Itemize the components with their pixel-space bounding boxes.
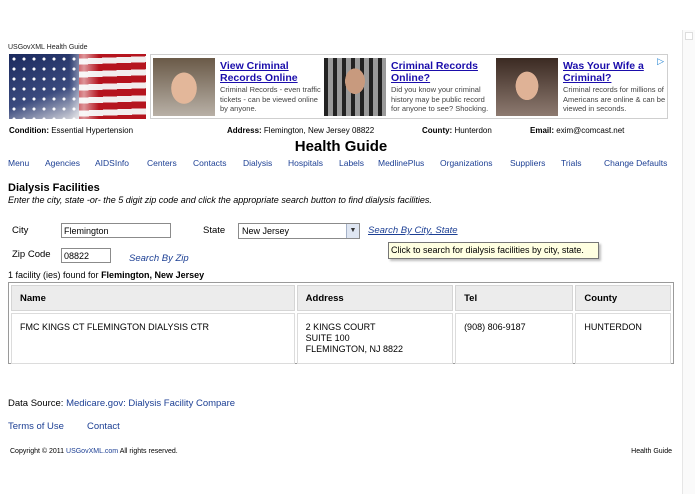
city-label: City bbox=[12, 225, 29, 236]
table-header-row: Name Address Tel County bbox=[11, 285, 671, 311]
county-info: County: Hunterdon bbox=[422, 126, 492, 135]
section-title: Dialysis Facilities bbox=[8, 182, 100, 194]
table-row: FMC KINGS CT FLEMINGTON DIALYSIS CTR 2 K… bbox=[11, 313, 671, 364]
facility-address: 2 KINGS COURT SUITE 100 FLEMINGTON, NJ 8… bbox=[296, 313, 454, 364]
copyright: Copyright © 2011 USGovXML.com All rights… bbox=[10, 448, 178, 455]
search-by-city-state-link[interactable]: Search By City, State bbox=[368, 225, 458, 236]
data-source: Data Source: Medicare.gov: Dialysis Faci… bbox=[8, 398, 235, 409]
ad-2[interactable]: Criminal Records Online? Did you know yo… bbox=[322, 58, 494, 116]
copyright-suffix: All rights reserved. bbox=[119, 448, 178, 455]
results-table: Name Address Tel County FMC KINGS CT FLE… bbox=[8, 282, 674, 364]
us-flag-banner bbox=[9, 54, 146, 119]
condition-info: Condition: Essential Hypertension bbox=[9, 126, 133, 135]
nav-aidsinfo[interactable]: AIDSInfo bbox=[95, 158, 129, 168]
chevron-down-icon[interactable]: ▼ bbox=[346, 224, 359, 238]
ad-1[interactable]: View Criminal Records Online Criminal Re… bbox=[151, 58, 323, 116]
nav-centers[interactable]: Centers bbox=[147, 158, 177, 168]
search-by-zip-link[interactable]: Search By Zip bbox=[129, 253, 189, 264]
ad-photo[interactable] bbox=[324, 58, 386, 116]
copyright-prefix: Copyright © 2011 bbox=[10, 448, 65, 455]
nav-dialysis[interactable]: Dialysis bbox=[243, 158, 272, 168]
header-county: County bbox=[575, 285, 671, 311]
state-selected-value: New Jersey bbox=[242, 226, 290, 236]
condition-value: Essential Hypertension bbox=[51, 126, 134, 135]
county-value: Hunterdon bbox=[454, 126, 492, 135]
address-value: Flemington, New Jersey 08822 bbox=[263, 126, 375, 135]
email-label: Email: bbox=[530, 126, 555, 135]
zip-input[interactable] bbox=[61, 248, 111, 263]
site-name: USGovXML Health Guide bbox=[8, 44, 88, 51]
copyright-site-link[interactable]: USGovXML.com bbox=[66, 448, 118, 455]
result-count-location: Flemington, New Jersey bbox=[101, 270, 205, 280]
scroll-up-arrow-icon[interactable] bbox=[685, 32, 693, 40]
state-select[interactable]: New Jersey ▼ bbox=[238, 223, 360, 239]
county-label: County: bbox=[422, 126, 453, 135]
page-title: Health Guide bbox=[294, 138, 388, 155]
ad-photo[interactable] bbox=[496, 58, 558, 116]
facility-name: FMC KINGS CT FLEMINGTON DIALYSIS CTR bbox=[11, 313, 295, 364]
ad-title[interactable]: Was Your Wife a Criminal? bbox=[563, 60, 663, 84]
facility-tel: (908) 806-9187 bbox=[455, 313, 574, 364]
ad-title[interactable]: View Criminal Records Online bbox=[220, 60, 320, 84]
city-input[interactable] bbox=[61, 223, 171, 238]
address-line-1: 2 KINGS COURT bbox=[305, 322, 376, 332]
terms-of-use-link[interactable]: Terms of Use bbox=[8, 421, 64, 432]
nav-contacts[interactable]: Contacts bbox=[193, 158, 227, 168]
condition-label: Condition: bbox=[9, 126, 49, 135]
nav-suppliers[interactable]: Suppliers bbox=[510, 158, 545, 168]
data-source-link[interactable]: Medicare.gov: Dialysis Facility Compare bbox=[66, 398, 235, 409]
email-info: Email: exim@comcast.net bbox=[530, 126, 624, 135]
ad-title[interactable]: Criminal Records Online? bbox=[391, 60, 491, 84]
contact-link[interactable]: Contact bbox=[87, 421, 120, 432]
nav-trials[interactable]: Trials bbox=[561, 158, 581, 168]
address-info: Address: Flemington, New Jersey 08822 bbox=[227, 126, 374, 135]
address-line-3: FLEMINGTON, NJ 8822 bbox=[305, 344, 404, 354]
ad-text: Criminal records for millions of America… bbox=[563, 85, 666, 113]
page: USGovXML Health Guide View Criminal Reco… bbox=[0, 0, 682, 494]
ad-3[interactable]: Was Your Wife a Criminal? Criminal recor… bbox=[494, 58, 668, 116]
nav-organizations[interactable]: Organizations bbox=[440, 158, 492, 168]
zip-label: Zip Code bbox=[12, 249, 51, 260]
instructions: Enter the city, state -or- the 5 digit z… bbox=[8, 195, 432, 205]
vertical-scrollbar[interactable] bbox=[682, 30, 695, 494]
data-source-label: Data Source: bbox=[8, 398, 64, 409]
ad-text: Criminal Records - even traffic tickets … bbox=[220, 85, 321, 113]
tooltip: Click to search for dialysis facilities … bbox=[388, 242, 599, 259]
header-address: Address bbox=[296, 285, 454, 311]
state-label: State bbox=[203, 225, 226, 236]
nav-labels[interactable]: Labels bbox=[339, 158, 364, 168]
header-name: Name bbox=[11, 285, 295, 311]
address-label: Address: bbox=[227, 126, 262, 135]
footer-brand: Health Guide bbox=[631, 448, 672, 455]
email-value: exim@comcast.net bbox=[556, 126, 625, 135]
ad-photo[interactable] bbox=[153, 58, 215, 116]
result-count: 1 facility (ies) found for Flemington, N… bbox=[8, 270, 204, 280]
nav-change-defaults[interactable]: Change Defaults bbox=[604, 158, 667, 168]
result-count-prefix: 1 facility (ies) found for bbox=[8, 270, 99, 280]
nav-agencies[interactable]: Agencies bbox=[45, 158, 80, 168]
nav-menu[interactable]: Menu bbox=[8, 158, 29, 168]
nav-hospitals[interactable]: Hospitals bbox=[288, 158, 323, 168]
ad-text: Did you know your criminal history may b… bbox=[391, 85, 489, 113]
adchoices-icon[interactable]: ▷ bbox=[657, 56, 664, 67]
flag-fold bbox=[69, 54, 99, 119]
nav-medlineplus[interactable]: MedlinePlus bbox=[378, 158, 424, 168]
header-tel: Tel bbox=[455, 285, 574, 311]
ad-banner: View Criminal Records Online Criminal Re… bbox=[150, 54, 668, 119]
address-line-2: SUITE 100 bbox=[305, 333, 350, 343]
facility-county: HUNTERDON bbox=[575, 313, 671, 364]
